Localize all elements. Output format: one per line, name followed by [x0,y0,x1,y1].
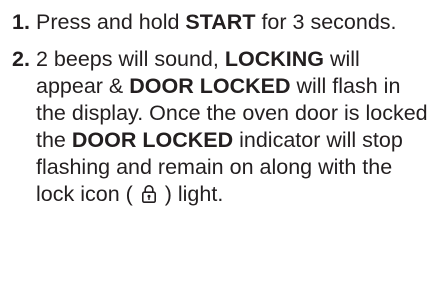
instruction-steps: 1. Press and hold START for 3 seconds. 2… [12,9,428,208]
lock-icon [141,184,157,204]
door-locked-keyword: DOOR LOCKED [71,128,234,152]
start-keyword: START [185,10,256,34]
step-number: 2. [12,47,30,71]
step-1: 1. Press and hold START for 3 seconds. [12,9,428,36]
step-text: Press and hold START for 3 seconds. [36,10,397,34]
step-2: 2. 2 beeps will sound, LOCKING will appe… [12,46,428,208]
locking-keyword: LOCKING [224,47,324,71]
step-number: 1. [12,10,30,34]
door-locked-keyword: DOOR LOCKED [129,74,291,98]
step-text: 2 beeps will sound, LOCKING will appear … [36,47,428,206]
